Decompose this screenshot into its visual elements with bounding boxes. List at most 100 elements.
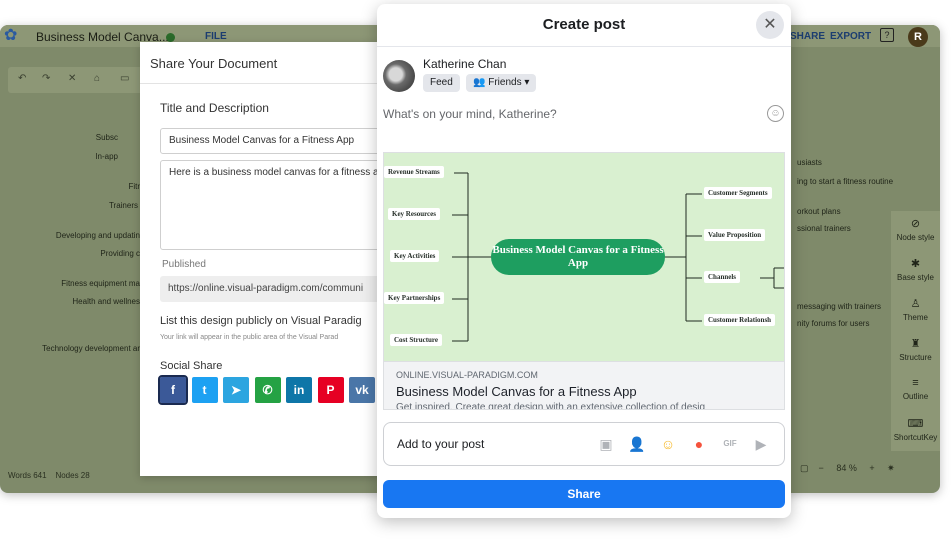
whatsapp-share-button[interactable]: ✆ xyxy=(254,377,281,403)
redo-icon[interactable]: ↷ xyxy=(42,73,50,84)
share-document-dialog: Share Your Document Title and Descriptio… xyxy=(140,42,380,476)
structure-label: Structure xyxy=(899,353,932,362)
zoom-controls: ▢ − 84 % + ✷ xyxy=(800,463,895,474)
base-style-button[interactable]: ✱ Base style xyxy=(891,257,940,282)
published-label: Published xyxy=(162,259,206,270)
link-preview-card[interactable]: Revenue Streams Key Resources Key Activi… xyxy=(383,152,785,410)
canvas-node-text[interactable]: Providing c xyxy=(100,249,140,258)
paint-icon[interactable]: ⌂ xyxy=(94,73,100,84)
mindmap-node-value-proposition: Value Proposition xyxy=(704,229,766,241)
node-style-label: Node style xyxy=(896,233,935,242)
export-menu[interactable]: EXPORT xyxy=(830,31,871,42)
create-post-modal: Create post ✕ Katherine Chan Feed 👥 Frie… xyxy=(377,4,791,518)
description-textarea[interactable]: Here is a business model canvas for a fi… xyxy=(160,160,380,250)
title-input[interactable]: Business Model Canvas for a Fitness App xyxy=(160,128,380,154)
undo-icon[interactable]: ↶ xyxy=(18,73,26,84)
fit-icon[interactable]: ▢ xyxy=(800,463,809,473)
zoom-out-icon[interactable]: − xyxy=(819,463,824,473)
mindmap-node-key-partnerships: Key Partnerships xyxy=(384,292,445,304)
pinterest-share-button[interactable]: P xyxy=(317,377,344,403)
photo-icon[interactable]: ▣ xyxy=(596,434,616,454)
feed-audience-button[interactable]: Feed xyxy=(423,74,460,92)
zoom-level: 84 % xyxy=(836,463,857,473)
gif-icon[interactable]: GIF xyxy=(720,434,740,454)
user-profile-avatar xyxy=(383,60,415,92)
canvas-node-text[interactable]: In-app xyxy=(95,152,118,161)
node-count: Nodes 28 xyxy=(55,471,90,480)
file-menu[interactable]: FILE xyxy=(205,31,227,42)
share-menu[interactable]: SHARE xyxy=(790,31,825,42)
theme-label: Theme xyxy=(903,313,928,322)
linkedin-icon: in xyxy=(293,383,305,397)
public-listing-heading: List this design publicly on Visual Para… xyxy=(160,315,362,327)
add-to-post-bar: Add to your post ▣ 👤 ☺ ● GIF ▶ xyxy=(383,422,785,466)
help-icon[interactable]: ? xyxy=(880,28,894,42)
share-dialog-header: Share Your Document xyxy=(140,42,380,84)
vk-share-button[interactable]: vk xyxy=(349,377,375,403)
mindmap-central-topic: Business Model Canvas for a Fitness App xyxy=(491,239,665,275)
format-icon[interactable]: ✕ xyxy=(68,73,76,84)
structure-button[interactable]: ♜ Structure xyxy=(891,337,940,362)
create-post-title: Create post xyxy=(542,16,626,33)
node-style-button[interactable]: ⊘ Node style xyxy=(891,217,940,242)
base-style-label: Base style xyxy=(897,273,934,282)
canvas-node-text[interactable]: usiasts xyxy=(797,158,822,167)
outline-label: Outline xyxy=(902,392,929,401)
public-listing-subtext: Your link will appear in the public area… xyxy=(160,334,339,341)
emoji-icon[interactable]: ☺ xyxy=(767,105,784,122)
shortcut-key-button[interactable]: ⌨ ShortcutKey xyxy=(891,417,940,442)
create-post-header: Create post ✕ xyxy=(377,4,791,47)
telegram-icon: ➤ xyxy=(230,383,242,397)
word-count: Words 641 xyxy=(8,471,47,480)
canvas-node-text[interactable]: Developing and updatin xyxy=(56,231,140,240)
twitter-icon: t xyxy=(202,383,207,397)
telegram-share-button[interactable]: ➤ xyxy=(223,377,249,403)
facebook-icon: f xyxy=(171,383,175,397)
node-style-icon: ⊘ xyxy=(910,218,921,230)
friends-icon: 👥 xyxy=(473,77,486,88)
settings-icon[interactable]: ✷ xyxy=(887,463,895,473)
theme-button[interactable]: ♙ Theme xyxy=(891,297,940,322)
canvas-node-text[interactable]: nity forums for users xyxy=(797,319,869,328)
published-url-field[interactable]: https://online.visual-paradigm.com/commu… xyxy=(160,276,380,302)
post-text-placeholder[interactable]: What's on your mind, Katherine? xyxy=(383,107,557,121)
mindmap-node-customer-relationships: Customer Relationsh xyxy=(704,314,776,326)
canvas-node-text[interactable]: ing to start a fitness routine xyxy=(797,177,893,186)
outline-icon: ≡ xyxy=(912,377,919,389)
canvas-node-text[interactable]: Fitr xyxy=(128,182,140,191)
location-icon[interactable]: ● xyxy=(689,434,709,454)
mindmap-node-customer-segments: Customer Segments xyxy=(704,187,772,199)
mindmap-node-cost-structure: Cost Structure xyxy=(390,334,443,346)
theme-icon: ♙ xyxy=(910,298,921,310)
outline-button[interactable]: ≡ Outline xyxy=(891,377,940,401)
user-avatar[interactable]: R xyxy=(908,27,928,47)
link-title: Business Model Canvas for a Fitness App xyxy=(396,384,637,399)
canvas-node-text[interactable]: ssional trainers xyxy=(797,224,851,233)
link-preview-meta: ONLINE.VISUAL-PARADIGM.COM Business Mode… xyxy=(384,361,784,409)
canvas-node-text[interactable]: Technology development ar xyxy=(42,344,140,353)
twitter-share-button[interactable]: t xyxy=(191,377,218,403)
whatsapp-icon: ✆ xyxy=(262,383,273,397)
caret-down-icon: ▾ xyxy=(524,77,530,88)
share-post-button[interactable]: Share xyxy=(383,480,785,508)
friends-audience-button[interactable]: 👥 Friends ▾ xyxy=(466,74,537,92)
app-logo-icon[interactable]: ✿ xyxy=(4,27,26,45)
link-preview-image: Revenue Streams Key Resources Key Activi… xyxy=(384,153,784,361)
close-icon[interactable]: ✕ xyxy=(756,11,784,39)
canvas-node-text[interactable]: Subsc xyxy=(96,133,118,142)
canvas-node-text[interactable]: Health and wellnes xyxy=(72,297,140,306)
base-style-icon: ✱ xyxy=(910,258,921,270)
canvas-node-text[interactable]: messaging with trainers xyxy=(797,302,881,311)
live-video-icon[interactable]: ▶ xyxy=(751,434,771,454)
mindmap-node-channels: Channels xyxy=(704,271,741,283)
zoom-in-icon[interactable]: + xyxy=(869,463,874,473)
tag-people-icon[interactable]: 👤 xyxy=(627,434,647,454)
facebook-share-button[interactable]: f xyxy=(158,375,188,405)
linkedin-share-button[interactable]: in xyxy=(286,377,312,403)
canvas-node-text[interactable]: Trainers xyxy=(109,201,138,210)
user-name: Katherine Chan xyxy=(423,57,507,71)
feeling-icon[interactable]: ☺ xyxy=(658,434,678,454)
canvas-node-text[interactable]: Fitness equipment ma xyxy=(61,279,140,288)
canvas-node-text[interactable]: orkout plans xyxy=(797,207,841,216)
clip-icon[interactable]: ▭ xyxy=(120,73,129,84)
